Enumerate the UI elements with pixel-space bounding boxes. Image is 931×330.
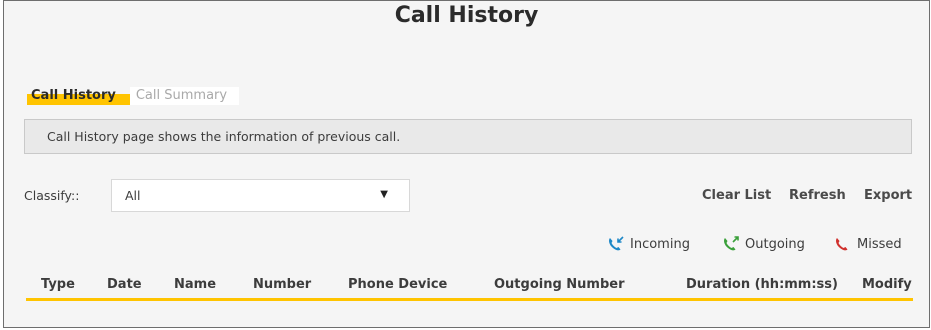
column-header-number: Number	[253, 277, 312, 292]
column-header-name: Name	[174, 277, 217, 292]
refresh-button[interactable]: Refresh	[789, 188, 850, 207]
column-header-phone-device: Phone Device	[348, 277, 448, 292]
tab-call-history[interactable]: Call History	[27, 87, 130, 105]
column-header-outgoing-number: Outgoing Number	[494, 277, 625, 292]
legend-outgoing-label: Outgoing	[745, 236, 805, 252]
classify-selected-value: All	[125, 188, 141, 203]
legend-outgoing: Outgoing	[722, 236, 805, 252]
info-box: Call History page shows the information …	[24, 119, 912, 154]
legend-incoming-label: Incoming	[630, 236, 690, 252]
page-title: Call History	[394, 3, 539, 28]
legend-missed-label: Missed	[857, 236, 902, 252]
tab-call-summary[interactable]: Call Summary	[129, 87, 240, 105]
dropdown-arrow-icon: ▼	[380, 189, 388, 200]
missed-call-icon	[836, 238, 848, 251]
column-header-modify: Modify	[862, 277, 912, 292]
column-header-type: Type	[41, 277, 75, 292]
info-text: Call History page shows the information …	[47, 129, 401, 144]
outgoing-call-icon	[724, 236, 739, 251]
table-header: Type Date Name Number Phone Device Outgo…	[26, 277, 913, 301]
legend-missed: Missed	[834, 236, 902, 252]
clear-list-button[interactable]: Clear List	[702, 188, 776, 207]
tab-bar: Call History Call Summary	[27, 87, 240, 105]
incoming-call-icon	[609, 236, 624, 251]
export-button[interactable]: Export	[864, 188, 917, 207]
legend-incoming: Incoming	[607, 236, 690, 252]
classify-label: Classify::	[24, 188, 80, 203]
column-header-duration: Duration (hh:mm:ss)	[686, 277, 838, 292]
column-header-date: Date	[107, 277, 142, 292]
call-history-panel: Call History Call History Call Summary C…	[3, 0, 930, 328]
classify-select[interactable]: All ▼	[111, 179, 410, 212]
